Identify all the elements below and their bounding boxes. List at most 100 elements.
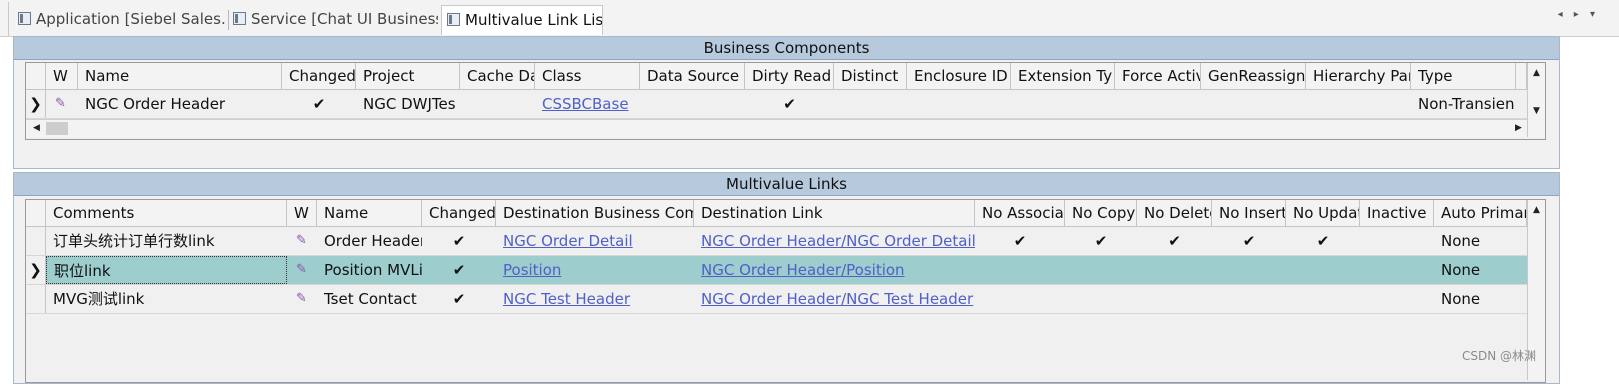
column-header[interactable]: Inactive [1360,200,1434,226]
column-header[interactable]: Dirty Read [745,63,834,89]
column-header[interactable]: No Copy [1065,200,1137,226]
column-header[interactable]: Type [1411,63,1516,89]
column-header[interactable]: W [287,200,317,226]
column-header[interactable]: Name [78,63,282,89]
destination-link[interactable]: NGC Order Header/NGC Order Detail [694,227,975,255]
scroll-up-icon[interactable]: ▲ [1528,202,1545,219]
column-header[interactable]: No Delete [1137,200,1212,226]
column-header[interactable] [1516,63,1527,89]
auto-primary-cell[interactable]: None [1434,285,1527,313]
grid-header: Comments W Name Changed Destination Busi… [26,200,1527,227]
column-header[interactable]: Comments [46,200,287,226]
tab-label: Multivalue Link List [465,11,603,29]
column-header[interactable]: Auto Primary [1434,200,1527,226]
column-header[interactable]: Changed [282,63,356,89]
column-header[interactable]: Class [535,63,640,89]
enclosure-cell[interactable] [907,90,1011,118]
grid-header: W Name Changed Project Cache Da Class Da… [26,63,1527,90]
tab-multivalue-link-list[interactable]: Multivalue Link List [441,5,603,35]
distinct-cell[interactable] [834,90,907,118]
destination-link[interactable]: NGC Order Header/Position [694,256,975,284]
comments-cell[interactable]: 职位link [46,256,287,284]
hierarchy-cell[interactable] [1306,90,1411,118]
vertical-scrollbar[interactable]: ▲ ▼ [1527,63,1545,137]
no-delete-cell [1137,285,1212,313]
inactive-cell[interactable] [1360,256,1434,284]
extension-cell[interactable] [1011,90,1115,118]
destination-bc-link[interactable]: NGC Order Detail [496,227,694,255]
comments-cell[interactable]: MVG测试link [46,285,287,313]
column-header[interactable]: Extension Ty [1011,63,1115,89]
scroll-right-icon[interactable]: ▶ [1510,120,1527,137]
tab-label: Service [Chat UI Business... [251,10,438,28]
force-cell[interactable] [1115,90,1201,118]
column-header[interactable]: GenReassign. [1201,63,1306,89]
column-header[interactable]: Cache Da [460,63,535,89]
row-selector-arrow[interactable]: ❯ [26,90,46,118]
column-header[interactable]: Hierarchy Par [1306,63,1411,89]
no-insert-cell [1212,285,1286,313]
column-header[interactable]: Data Source [640,63,745,89]
table-row-selected[interactable]: ❯ 职位link ✎ Position MVLi ✔ Position NGC … [26,256,1527,285]
column-header[interactable]: Distinct [834,63,907,89]
column-header[interactable]: No Associa [975,200,1065,226]
class-link[interactable]: CSSBCBase [535,90,640,118]
project-cell[interactable]: NGC DWJTes [356,90,460,118]
destination-bc-link[interactable]: Position [496,256,694,284]
column-header[interactable]: Enclosure ID [907,63,1011,89]
column-header[interactable]: Changed [422,200,496,226]
horizontal-scrollbar[interactable]: ◀ ▶ [26,119,1527,137]
multivalue-links-title: Multivalue Links [14,173,1559,196]
genreassign-cell[interactable] [1201,90,1306,118]
column-header[interactable]: No Updat [1286,200,1360,226]
type-cell[interactable]: Non-Transien [1411,90,1516,118]
tab-service[interactable]: Service [Chat UI Business... [233,5,438,33]
row-selector[interactable] [26,285,46,313]
table-row[interactable]: 订单头统计订单行数link ✎ Order Header ✔ NGC Order… [26,227,1527,256]
multivalue-links-grid: Comments W Name Changed Destination Busi… [25,199,1546,383]
name-cell[interactable]: Order Header [317,227,422,255]
data-source-cell[interactable] [640,90,745,118]
edit-pencil-icon: ✎ [296,291,307,306]
column-header[interactable]: W [46,63,78,89]
column-header[interactable]: Name [317,200,422,226]
scroll-thumb[interactable] [46,122,68,135]
no-associate-cell [975,256,1065,284]
inactive-cell[interactable] [1360,227,1434,255]
column-header[interactable]: Destination Link [694,200,975,226]
table-row[interactable]: ❯ ✎ NGC Order Header ✔ NGC DWJTes CSSBCB… [26,90,1527,119]
tab-application[interactable]: Application [Siebel Sales... [18,5,226,33]
destination-link[interactable]: NGC Order Header/NGC Test Header [694,285,975,313]
no-copy-checkmark: ✔ [1094,232,1108,250]
dirty-read-checkmark: ✔ [783,95,796,113]
no-insert-checkmark: ✔ [1242,232,1256,250]
column-header[interactable]: Project [356,63,460,89]
inactive-cell[interactable] [1360,285,1434,313]
comments-cell[interactable]: 订单头统计订单行数link [46,227,287,255]
no-copy-cell [1065,285,1137,313]
edit-pencil-icon: ✎ [287,256,317,284]
row-selector[interactable] [26,227,46,255]
auto-primary-cell[interactable]: None [1434,256,1527,284]
cache-cell[interactable] [460,90,535,118]
tab-navigation-arrows[interactable]: ◂ ▸ ▾ [1558,9,1599,20]
table-row[interactable]: MVG测试link ✎ Tset Contact ✔ NGC Test Head… [26,285,1527,314]
tab-separator [228,10,229,30]
name-cell[interactable]: Tset Contact [317,285,422,313]
column-header[interactable]: No Insert [1212,200,1286,226]
scroll-down-icon[interactable]: ▼ [1528,103,1545,120]
multivalue-links-panel: Multivalue Links Comments W Name Changed… [13,172,1560,384]
destination-bc-link[interactable]: NGC Test Header [496,285,694,313]
no-copy-cell [1065,256,1137,284]
changed-checkmark: ✔ [452,290,466,308]
column-header[interactable]: Destination Business Comp [496,200,694,226]
column-header[interactable]: Force Activ [1115,63,1201,89]
scroll-left-icon[interactable]: ◀ [28,120,45,137]
auto-primary-cell[interactable]: None [1434,227,1527,255]
no-delete-cell [1137,256,1212,284]
row-selector-arrow[interactable]: ❯ [26,256,46,284]
name-cell[interactable]: NGC Order Header [78,90,282,118]
changed-checkmark: ✔ [312,95,326,113]
name-cell[interactable]: Position MVLi [317,256,422,284]
scroll-up-icon[interactable]: ▲ [1528,65,1545,82]
